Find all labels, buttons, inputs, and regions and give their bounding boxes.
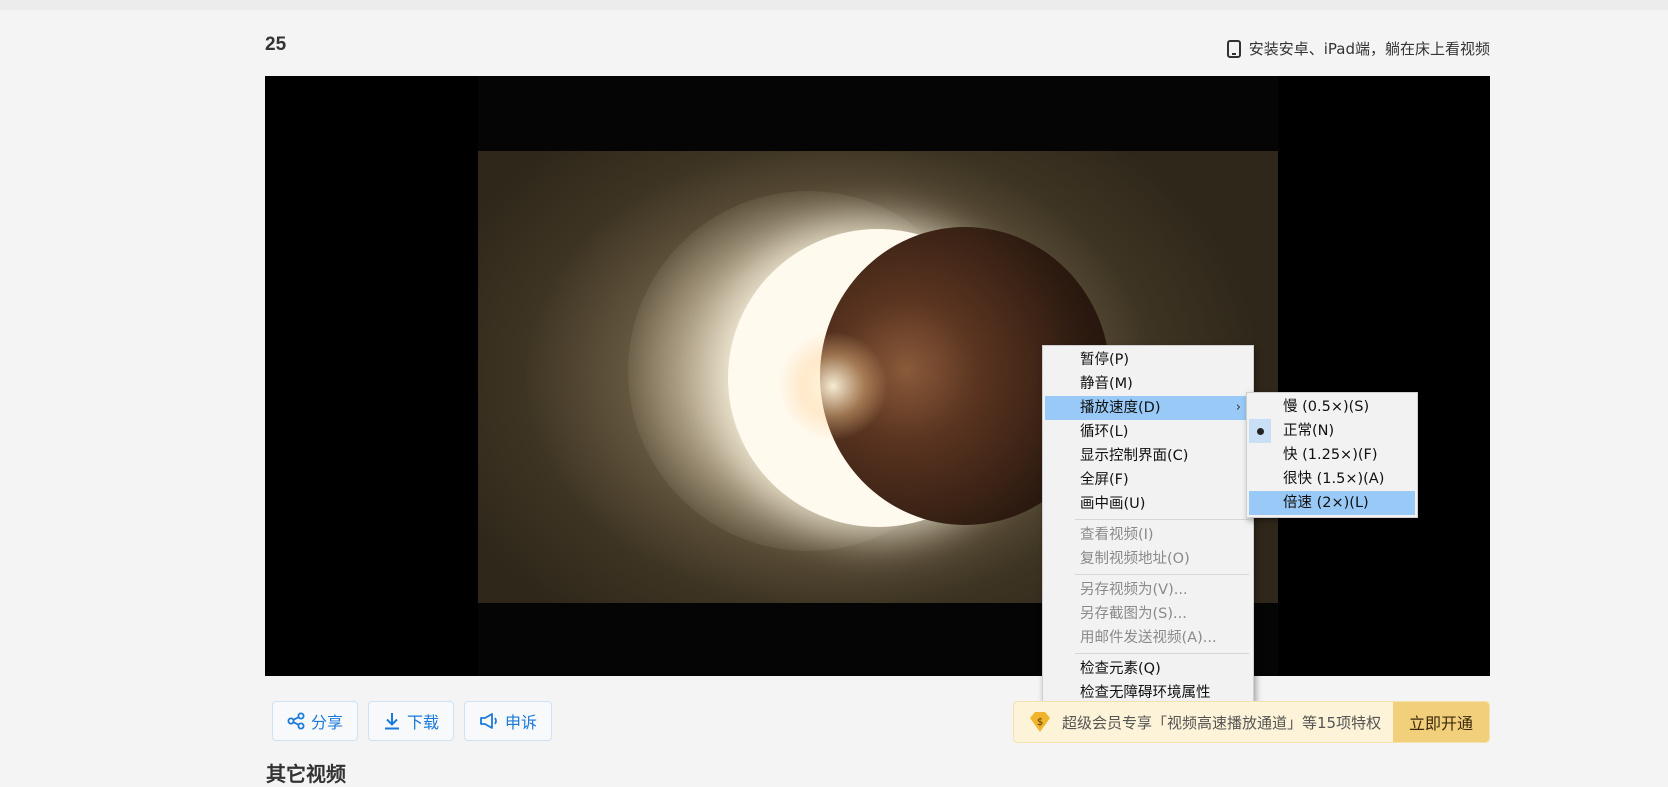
share-button[interactable]: 分享 — [272, 701, 359, 741]
tablet-icon — [1226, 39, 1241, 58]
chevron-right-icon: › — [1235, 400, 1241, 415]
context-menu-item[interactable]: 全屏(F) — [1043, 468, 1253, 492]
playback-speed-submenu: 慢 (0.5×)(S) 正常(N) 快 (1.25×)(F) 很快 (1.5×)(A)… — [1246, 392, 1418, 518]
context-menu-item-label: 另存视频为(V)... — [1080, 582, 1188, 598]
speed-option-label: 倍速 (2×)(L) — [1283, 495, 1369, 511]
context-menu-item[interactable]: 暂停(P) — [1043, 348, 1253, 372]
context-menu-item: 查看视频(I) — [1043, 523, 1253, 547]
share-icon — [287, 712, 305, 730]
video-title: 25 — [265, 34, 287, 55]
context-menu-item-label: 查看视频(I) — [1080, 527, 1154, 543]
context-menu-item-label: 另存截图为(S)... — [1080, 606, 1187, 622]
context-menu-item-label: 用邮件发送视频(A)... — [1080, 630, 1217, 646]
context-menu-item: 另存视频为(V)... — [1043, 578, 1253, 602]
video-player[interactable] — [265, 76, 1490, 676]
app-promo-link[interactable]: 安装安卓、iPad端，躺在床上看视频 — [1226, 38, 1490, 59]
context-menu-item-label: 检查元素(Q) — [1080, 661, 1161, 677]
context-menu-item-label: 检查无障碍环境属性 — [1080, 685, 1211, 701]
speed-option[interactable]: 很快 (1.5×)(A) — [1247, 467, 1417, 491]
context-menu-item[interactable]: 显示控制界面(C) — [1043, 444, 1253, 468]
speed-option[interactable]: 慢 (0.5×)(S) — [1247, 395, 1417, 419]
speed-option-label: 正常(N) — [1283, 423, 1335, 439]
svg-text:$: $ — [1037, 717, 1043, 728]
report-label: 申诉 — [505, 713, 538, 732]
context-menu-item[interactable]: 播放速度(D) › — [1045, 396, 1251, 420]
context-menu-item[interactable]: 循环(L) — [1043, 420, 1253, 444]
context-menu-item: 另存截图为(S)... — [1043, 602, 1253, 626]
vip-banner-text: 超级会员专享「视频高速播放通道」等15项特权 — [1062, 713, 1382, 732]
download-label: 下载 — [407, 713, 440, 732]
speed-option[interactable]: 快 (1.25×)(F) — [1247, 443, 1417, 467]
context-menu-item[interactable]: 画中画(U) — [1043, 492, 1253, 516]
report-button[interactable]: 申诉 — [464, 701, 553, 741]
context-menu-item-label: 循环(L) — [1080, 424, 1129, 440]
context-menu-item[interactable]: 检查元素(Q) — [1043, 657, 1253, 681]
speed-option-label: 慢 (0.5×)(S) — [1283, 399, 1370, 415]
video-context-menu: 暂停(P) 静音(M) 播放速度(D) › 循环(L) 显示控制界面(C) 全屏(F) 画中画… — [1042, 345, 1254, 708]
context-menu-item-label: 播放速度(D) — [1080, 400, 1161, 416]
speed-option-label: 很快 (1.5×)(A) — [1283, 471, 1385, 487]
context-menu-item: 用邮件发送视频(A)... — [1043, 626, 1253, 650]
app-promo-text: 安装安卓、iPad端，躺在床上看视频 — [1248, 40, 1490, 58]
megaphone-icon — [480, 713, 497, 729]
context-menu-item-label: 全屏(F) — [1080, 472, 1129, 488]
menu-separator — [1075, 653, 1249, 654]
speed-option-label: 快 (1.25×)(F) — [1283, 447, 1378, 463]
context-menu-item[interactable]: 静音(M) — [1043, 372, 1253, 396]
context-menu-item-label: 画中画(U) — [1080, 496, 1146, 512]
context-menu-item-label: 复制视频地址(O) — [1080, 551, 1190, 567]
vip-banner[interactable]: $ 超级会员专享「视频高速播放通道」等15项特权 立即开通 — [1013, 701, 1490, 743]
download-button[interactable]: 下载 — [368, 701, 455, 741]
menu-separator — [1075, 574, 1249, 575]
top-bar — [0, 0, 1668, 10]
context-menu-item-label: 静音(M) — [1080, 376, 1133, 392]
download-icon — [385, 713, 400, 730]
share-label: 分享 — [311, 713, 344, 732]
video-actions: 分享 下载 申诉 — [272, 701, 553, 741]
section-heading: 其它视频 — [266, 762, 346, 786]
speed-option[interactable]: 倍速 (2×)(L) — [1249, 491, 1415, 515]
context-menu-item-label: 暂停(P) — [1080, 352, 1130, 368]
menu-separator — [1075, 519, 1249, 520]
context-menu-item: 复制视频地址(O) — [1043, 547, 1253, 571]
radio-dot-icon — [1249, 419, 1271, 443]
vip-diamond-icon: $ — [1030, 712, 1050, 732]
vip-open-button[interactable]: 立即开通 — [1393, 702, 1489, 742]
speed-option[interactable]: 正常(N) — [1247, 419, 1417, 443]
context-menu-item-label: 显示控制界面(C) — [1080, 448, 1189, 464]
